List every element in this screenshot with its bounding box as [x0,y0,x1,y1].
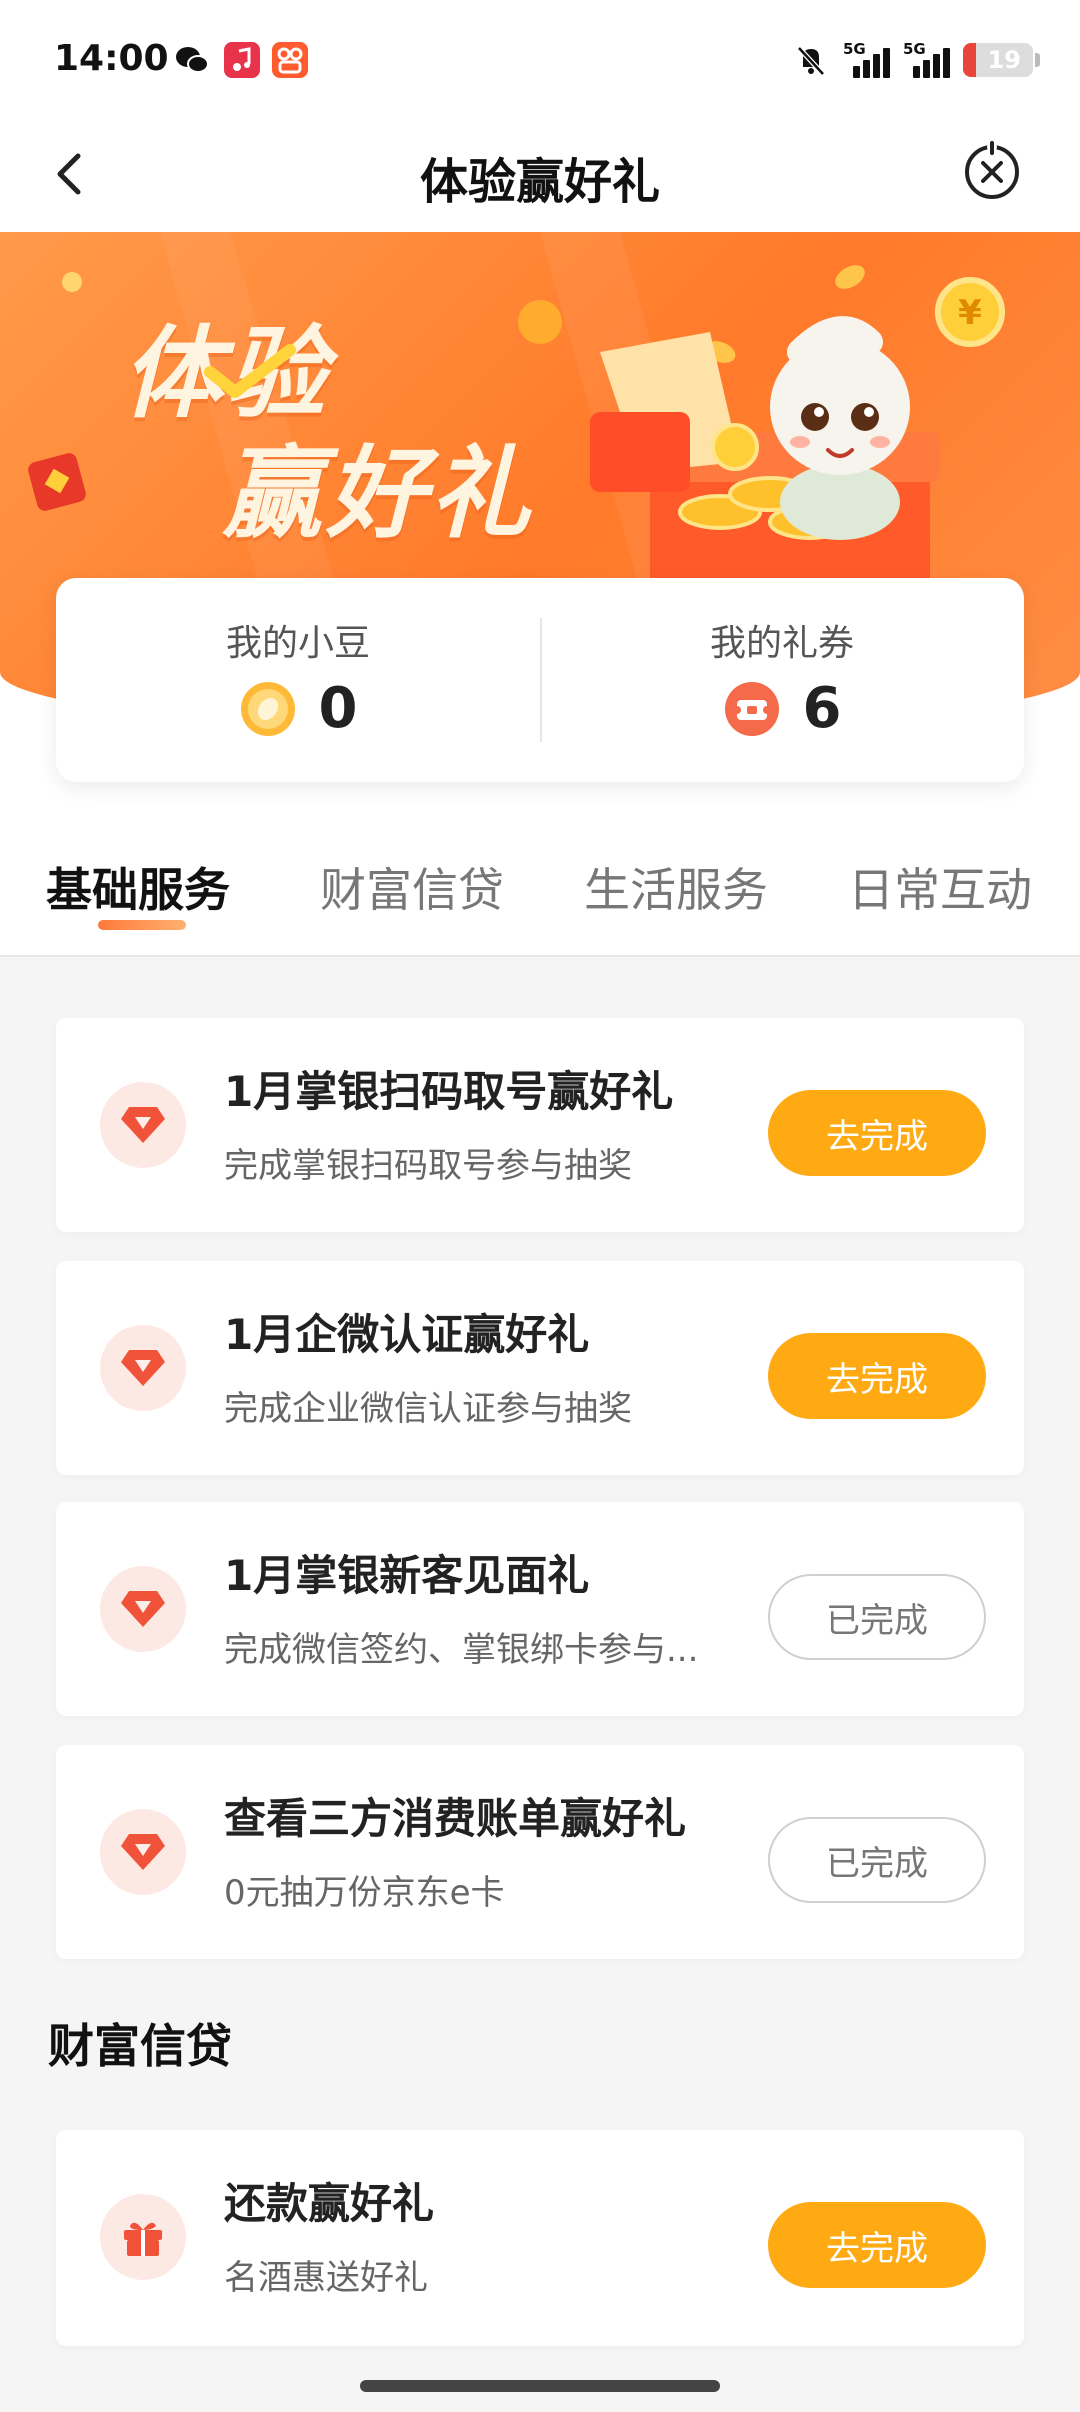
music-icon [224,42,260,78]
task-title: 查看三方消费账单赢好礼 [224,1794,687,1843]
battery-icon: 19 [963,43,1033,77]
checkmark-icon [204,344,296,398]
task-card[interactable]: 1月掌银新客见面礼 完成微信签约、掌银绑卡参与... 已完成 [56,1502,1024,1716]
task-desc: 名酒惠送好礼 [224,2258,428,2298]
go-complete-button[interactable]: 去完成 [768,1090,986,1176]
completed-button[interactable]: 已完成 [768,1817,986,1903]
gift-icon [100,2194,186,2280]
points-card: 我的小豆 0 我的礼券 6 [56,578,1024,782]
mute-bell-icon [797,46,825,76]
status-time: 14:00 [54,38,169,79]
close-circle-icon[interactable] [960,140,1024,204]
task-card[interactable]: 1月掌银扫码取号赢好礼 完成掌银扫码取号参与抽奖 去完成 [56,1018,1024,1232]
go-complete-button[interactable]: 去完成 [768,1333,986,1419]
task-card[interactable]: 还款赢好礼 名酒惠送好礼 去完成 [56,2130,1024,2346]
tab-basic-services[interactable]: 基础服务 [46,854,230,920]
coupons-value: 6 [802,676,842,741]
coupons-label: 我的礼券 [709,623,854,664]
completed-button[interactable]: 已完成 [768,1574,986,1660]
wechat-icon [174,42,210,78]
kuaishou-icon [272,42,308,78]
task-title: 还款赢好礼 [224,2179,435,2228]
diamond-icon [100,1082,186,1168]
my-coupons[interactable]: 我的礼券 6 [540,578,1024,782]
category-tabs: 基础服务 财富信贷 生活服务 日常互动 [0,834,1080,954]
task-title: 1月掌银新客见面礼 [224,1551,590,1600]
tab-life-services[interactable]: 生活服务 [584,854,768,920]
my-beans[interactable]: 我的小豆 0 [56,578,540,782]
task-desc: 0元抽万份京东e卡 [224,1873,505,1913]
battery-level: 19 [987,46,1021,74]
nav-bar: 体验赢好礼 [0,120,1080,232]
home-indicator[interactable] [360,2380,720,2392]
task-title: 1月掌银扫码取号赢好礼 [224,1067,674,1116]
tab-daily-interaction[interactable]: 日常互动 [848,854,1032,920]
signal-1-icon: 5G [843,40,890,78]
status-right: 5G 5G 19 [793,40,1040,80]
task-title: 1月企微认证赢好礼 [224,1310,590,1359]
beans-label: 我的小豆 [225,623,370,664]
coupon-icon [724,681,779,736]
task-desc: 完成掌银扫码取号参与抽奖 [224,1146,632,1186]
task-card[interactable]: 1月企微认证赢好礼 完成企业微信认证参与抽奖 去完成 [56,1261,1024,1475]
section-title-wealth: 财富信贷 [48,2019,232,2073]
svg-text:¥: ¥ [958,293,982,333]
task-desc: 完成微信签约、掌银绑卡参与... [224,1630,699,1670]
task-card[interactable]: 查看三方消费账单赢好礼 0元抽万份京东e卡 已完成 [56,1745,1024,1959]
beans-value: 0 [318,676,358,741]
tab-indicator [98,920,186,930]
go-complete-button[interactable]: 去完成 [768,2202,986,2288]
banner-title-line2: 赢好礼 [222,435,534,552]
signal-2-icon: 5G [903,40,950,78]
diamond-icon [100,1809,186,1895]
diamond-icon [100,1566,186,1652]
page-title: 体验赢好礼 [419,154,660,210]
task-desc: 完成企业微信认证参与抽奖 [224,1389,632,1429]
status-bar: 14:00 5G 5G 19 [0,0,1080,120]
bean-coin-icon [240,681,295,736]
diamond-icon [100,1325,186,1411]
tab-wealth-credit[interactable]: 财富信贷 [320,854,504,920]
